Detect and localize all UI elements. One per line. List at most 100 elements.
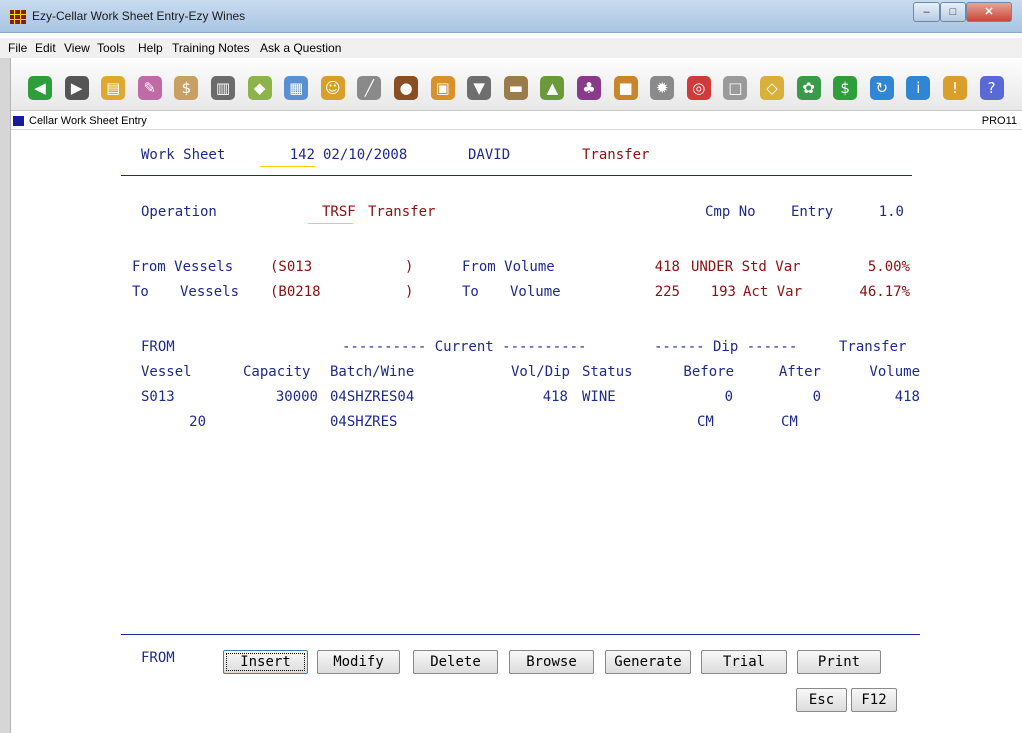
menu-edit[interactable]: Edit bbox=[35, 41, 56, 55]
briefcase-icon[interactable]: ■ bbox=[613, 76, 638, 100]
modify-button[interactable]: Modify bbox=[317, 650, 400, 674]
from-vessels-value: (S013 bbox=[270, 259, 313, 275]
program-code: PRO11 bbox=[981, 115, 1017, 127]
col-before: Before bbox=[683, 364, 734, 380]
print-button[interactable]: Print bbox=[797, 650, 881, 674]
browse-button[interactable]: Browse bbox=[509, 650, 594, 674]
trial-button[interactable]: Trial bbox=[701, 650, 787, 674]
menu-bar: File Edit View Tools Help Training Notes… bbox=[0, 38, 1022, 58]
table-group-transfer: Transfer bbox=[839, 339, 907, 355]
worksheet-label: Work Sheet bbox=[141, 147, 226, 163]
separator-top bbox=[121, 175, 912, 176]
info-icon[interactable]: i bbox=[906, 76, 931, 100]
footer-mode: FROM bbox=[141, 650, 175, 666]
refresh-icon[interactable]: ↻ bbox=[869, 76, 894, 100]
syringe-icon[interactable]: ╱ bbox=[357, 76, 382, 100]
table-group-current: ---------- Current ---------- bbox=[342, 339, 587, 355]
col-vol-dip: Vol/Dip bbox=[510, 364, 570, 380]
maximize-button[interactable]: □ bbox=[940, 2, 966, 22]
minimize-button[interactable]: – bbox=[913, 2, 940, 22]
form-title: Cellar Work Sheet Entry bbox=[29, 115, 147, 127]
insert-button[interactable]: Insert bbox=[223, 650, 308, 674]
row-after: 0 bbox=[812, 389, 821, 405]
pencil-icon[interactable]: ✎ bbox=[137, 76, 162, 100]
worksheet-user: DAVID bbox=[468, 147, 511, 163]
col-status: Status bbox=[582, 364, 633, 380]
volume-difference: 193 bbox=[710, 284, 736, 300]
app-icon bbox=[10, 10, 26, 24]
window-left-edge bbox=[0, 58, 11, 733]
col-capacity: Capacity bbox=[243, 364, 311, 380]
col-volume: Volume bbox=[869, 364, 920, 380]
entry-label: Entry bbox=[791, 204, 834, 220]
subrow-after-unit: CM bbox=[781, 414, 798, 430]
menu-ask-question[interactable]: Ask a Question bbox=[260, 41, 341, 55]
row-transfer: 418 bbox=[894, 389, 920, 405]
col-after: After bbox=[778, 364, 821, 380]
subrow-before-unit: CM bbox=[697, 414, 714, 430]
box-open-icon[interactable]: ▣ bbox=[430, 76, 455, 100]
worksheet-date: 02/10/2008 bbox=[323, 147, 408, 163]
gear-icon[interactable]: ✹ bbox=[650, 76, 675, 100]
barrel-icon[interactable]: ● bbox=[394, 76, 418, 100]
subrow-batch: 04SHZRES bbox=[330, 414, 398, 430]
f12-button[interactable]: F12 bbox=[851, 688, 897, 712]
worksheet-number[interactable]: 142 bbox=[260, 147, 315, 163]
folder-icon[interactable]: ▤ bbox=[101, 76, 126, 100]
from-vessels-label: From Vessels bbox=[132, 259, 234, 275]
back-arrow-icon[interactable]: ◀ bbox=[28, 76, 52, 100]
globe-icon[interactable]: ◎ bbox=[686, 76, 711, 100]
to-vessels-label: Vessels bbox=[180, 284, 240, 300]
menu-help[interactable]: Help bbox=[138, 41, 163, 55]
delete-button[interactable]: Delete bbox=[413, 650, 498, 674]
subrow-dip-capacity: 20 bbox=[189, 414, 206, 430]
help-icon[interactable]: ? bbox=[979, 76, 1004, 100]
to-vessels-close: ) bbox=[405, 284, 414, 300]
row-capacity: 30000 bbox=[275, 389, 318, 405]
truck-icon[interactable]: ▬ bbox=[503, 76, 528, 100]
from-vessels-close: ) bbox=[405, 259, 414, 275]
form-header: Cellar Work Sheet Entry PRO11 bbox=[11, 112, 1022, 130]
menu-view[interactable]: View bbox=[64, 41, 90, 55]
toolbar: ◀ ▶ ▤ ✎ $ ▥ ◆ ▦ ☺ ╱ ● ▣ ▼ ▬ ▲ ♣ ■ ✹ ◎ □ ◇ ✿ $ ↻ i!? bbox=[11, 63, 1022, 111]
tag-icon[interactable]: ◆ bbox=[247, 76, 272, 100]
hand-money-icon[interactable]: $ bbox=[174, 76, 199, 100]
row-batch: 04SHZRES04 bbox=[330, 389, 415, 405]
std-var-value: 5.00% bbox=[867, 259, 910, 275]
title-bar: Ezy-Cellar Work Sheet Entry-Ezy Wines – … bbox=[0, 0, 1022, 33]
act-var-label: Act Var bbox=[743, 284, 803, 300]
to-vessels-value: (B0218 bbox=[270, 284, 321, 300]
grapes-icon[interactable]: ♣ bbox=[577, 76, 601, 100]
col-batch-wine: Batch/Wine bbox=[330, 364, 415, 380]
separator-bottom bbox=[121, 634, 920, 635]
people-icon[interactable]: ☺ bbox=[320, 76, 345, 100]
forward-arrow-icon[interactable]: ▶ bbox=[64, 76, 89, 100]
alert-icon[interactable]: ! bbox=[943, 76, 967, 100]
operation-code[interactable]: TRSF bbox=[322, 204, 356, 220]
menu-tools[interactable]: Tools bbox=[97, 41, 125, 55]
building-icon[interactable]: ▥ bbox=[211, 76, 235, 100]
generate-button[interactable]: Generate bbox=[605, 650, 691, 674]
act-var-value: 46.17% bbox=[859, 284, 910, 300]
cube-icon[interactable]: ◇ bbox=[760, 76, 784, 100]
table-group-dip: ------ Dip ------ bbox=[654, 339, 798, 355]
menu-training-notes[interactable]: Training Notes bbox=[172, 41, 250, 55]
close-button[interactable]: ✕ bbox=[966, 2, 1012, 22]
menu-file[interactable]: File bbox=[8, 41, 27, 55]
document-icon[interactable]: ▦ bbox=[284, 76, 309, 100]
entry-value: 1.0 bbox=[878, 204, 904, 220]
row-status: WINE bbox=[582, 389, 616, 405]
row-vessel: S013 bbox=[141, 389, 175, 405]
dollar-icon[interactable]: $ bbox=[833, 76, 858, 100]
row-vol: 418 bbox=[542, 389, 568, 405]
to-volume-label-to: To bbox=[462, 284, 479, 300]
row-before: 0 bbox=[724, 389, 733, 405]
esc-button[interactable]: Esc bbox=[796, 688, 847, 712]
window-title: Ezy-Cellar Work Sheet Entry-Ezy Wines bbox=[32, 9, 246, 23]
bottle-filler-icon[interactable]: ▼ bbox=[467, 76, 492, 100]
leaf-icon[interactable]: ✿ bbox=[796, 76, 821, 100]
to-volume-value: 225 bbox=[654, 284, 680, 300]
bottles-icon[interactable]: ▲ bbox=[540, 76, 565, 100]
window-icon[interactable]: □ bbox=[723, 76, 748, 100]
form-icon bbox=[13, 116, 24, 126]
